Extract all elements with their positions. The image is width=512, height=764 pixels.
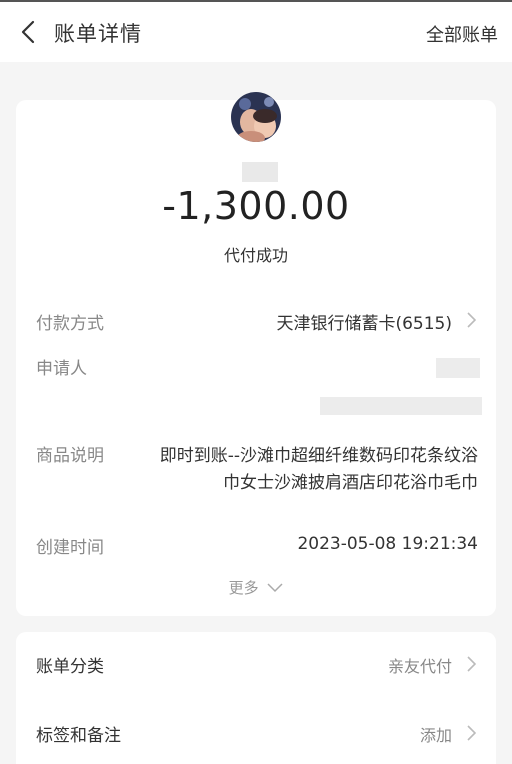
chevron-right-icon xyxy=(466,312,476,328)
product-description-line2: 巾女士沙滩披肩酒店印花浴巾毛巾 xyxy=(223,473,478,493)
bill-amount: -1,300.00 xyxy=(162,184,350,228)
chevron-left-icon xyxy=(21,20,35,44)
avatar[interactable] xyxy=(231,92,281,142)
more-button[interactable]: 更多 xyxy=(16,577,496,598)
payment-method-label: 付款方式 xyxy=(36,314,104,334)
payee-name-redacted xyxy=(242,162,278,182)
back-button[interactable] xyxy=(16,18,40,46)
category-label: 账单分类 xyxy=(36,657,104,677)
created-time-label: 创建时间 xyxy=(36,538,104,558)
more-label: 更多 xyxy=(228,579,259,597)
avatar-image xyxy=(231,92,281,142)
category-chevron[interactable] xyxy=(464,654,478,674)
tags-notes-label: 标签和备注 xyxy=(36,726,121,746)
all-bills-link[interactable]: 全部账单 xyxy=(426,21,498,47)
tags-notes-add[interactable]: 添加 xyxy=(420,722,452,746)
created-time-value: 2023-05-08 19:21:34 xyxy=(297,534,478,554)
bill-status: 代付成功 xyxy=(223,246,288,265)
chevron-down-icon xyxy=(267,582,283,592)
payment-method-value[interactable]: 天津银行储蓄卡(6515) xyxy=(276,309,452,334)
page-title: 账单详情 xyxy=(54,22,142,46)
product-label: 商品说明 xyxy=(36,446,104,466)
payment-method-chevron[interactable] xyxy=(464,310,478,330)
applicant-name-redacted xyxy=(436,358,480,378)
product-description-line1: 即时到账--沙滩巾超细纤维数码印花条纹浴 xyxy=(159,446,478,466)
chevron-right-icon xyxy=(466,725,476,741)
bill-extra-card: 账单分类 亲友代付 标签和备注 添加 xyxy=(16,632,496,764)
applicant-label: 申请人 xyxy=(36,359,87,379)
applicant-account-redacted xyxy=(320,397,482,415)
category-value[interactable]: 亲友代付 xyxy=(388,653,452,677)
chevron-right-icon xyxy=(466,656,476,672)
nav-bar: 账单详情 全部账单 xyxy=(0,0,512,62)
bill-summary-card: -1,300.00 代付成功 付款方式 天津银行储蓄卡(6515) 申请人 商品… xyxy=(16,92,496,616)
tags-notes-chevron[interactable] xyxy=(464,723,478,743)
